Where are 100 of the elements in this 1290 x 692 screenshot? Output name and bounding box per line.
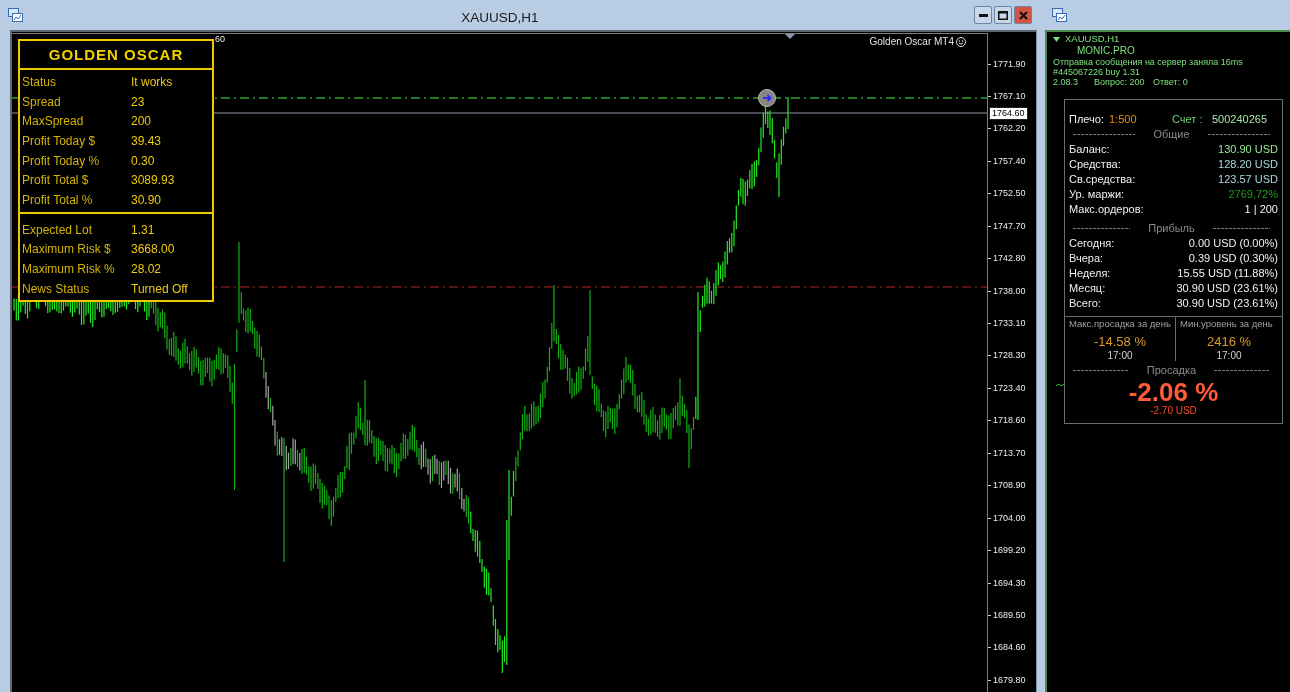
window-icon[interactable] (8, 8, 23, 22)
price-tick-label: 1689.50 (993, 609, 1026, 621)
field-value: 30.90 USD (23.61%) (1176, 296, 1278, 309)
price-tick-label: 1718.60 (993, 415, 1026, 427)
stat-label: Spread (22, 94, 62, 109)
stat-value: Turned Off (131, 281, 189, 296)
field-label: Плечо: (1069, 112, 1105, 126)
price-tick-label: 1771.90 (993, 58, 1026, 70)
field-value: 15.55 USD (11.88%) (1177, 266, 1278, 279)
symbol-label: XAUUSD,H1 (1065, 33, 1120, 45)
field-value: 128.20 USD (1218, 157, 1278, 170)
smiley-icon (956, 37, 966, 47)
stat-value: 2416 % (1206, 334, 1252, 350)
price-tick-label: 1708.90 (993, 480, 1026, 492)
price-tick-label: 1679.80 (993, 674, 1026, 686)
circle-arrow-marker-icon (758, 89, 776, 107)
status-text: Ответ: 0 (1153, 77, 1188, 87)
field-label: Св.средства: (1069, 172, 1136, 185)
stat-value: 3089.93 (131, 173, 176, 188)
stat-time: 17:00 (1216, 350, 1242, 361)
price-tick-label: 1694.30 (993, 577, 1026, 589)
field-label: Сегодня: (1069, 236, 1115, 249)
price-tick-label: 1713.70 (993, 447, 1026, 459)
stat-caption: Макс.просадка за день (1068, 318, 1171, 330)
triangle-marker-icon[interactable] (785, 34, 795, 39)
stat-label: Profit Today $ (22, 133, 97, 148)
field-value: 123.57 USD (1218, 172, 1278, 185)
field-value: 0.00 USD (0.00%) (1188, 236, 1278, 249)
brand-label: MONIC.PRO (1077, 45, 1135, 57)
field-value: 130.90 USD (1218, 142, 1278, 155)
stat-value: 39.43 (131, 133, 163, 148)
stat-label: Profit Total $ (22, 173, 90, 188)
stat-value: 23 (131, 94, 146, 109)
stat-value: 3668.00 (131, 242, 176, 257)
price-tick-label: 1699.20 (993, 545, 1026, 557)
price-tick-label: 1684.60 (993, 642, 1026, 654)
field-label: Ур. маржи: (1069, 187, 1125, 200)
section-heading: Прибыль (1148, 221, 1195, 235)
section-heading: Общие (1153, 127, 1190, 141)
price-tick-label: 1704.00 (993, 512, 1026, 524)
field-label: Неделя: (1069, 266, 1111, 279)
field-value: 500240265 (1212, 112, 1269, 126)
panel-title: GOLDEN OSCAR (48, 46, 184, 63)
window-icon[interactable] (1052, 8, 1067, 22)
price-tick-label: 1762.20 (993, 123, 1026, 135)
stat-label: Profit Total % (22, 192, 94, 207)
stat-value: It works (131, 74, 174, 89)
maximize-icon (998, 10, 1008, 20)
status-text: Вопрос: 200 (1094, 77, 1145, 87)
stat-label: Maximum Risk $ (22, 242, 112, 257)
price-tick-label: 1723.40 (993, 382, 1026, 394)
stat-label: Status (22, 74, 58, 89)
stat-value: 1.31 (131, 222, 156, 237)
stat-label: News Status (22, 281, 91, 296)
stat-label: Profit Today % (22, 153, 101, 168)
stat-value: 30.90 (131, 192, 163, 207)
field-value: 30.90 USD (23.61%) (1176, 281, 1278, 294)
indicator-label: Golden Oscar MT4 (869, 36, 954, 48)
drawdown-percent: -2.06 % (1128, 379, 1219, 405)
field-label: Всего: (1069, 296, 1101, 309)
price-tick-label: 1767.10 (993, 90, 1026, 102)
price-tick-label: 1733.10 (993, 318, 1026, 329)
maximize-button[interactable] (994, 6, 1012, 24)
close-icon (1018, 10, 1028, 20)
triangle-down-icon[interactable] (1053, 36, 1060, 42)
window-title: XAUUSD,H1 (461, 9, 539, 25)
field-label: Счет : (1172, 112, 1204, 126)
stat-caption: Мин.уровень за день (1179, 318, 1273, 330)
field-value: 1 | 200 (1244, 202, 1278, 215)
field-value: 1:500 (1109, 112, 1138, 126)
status-text: 2.08.3 (1053, 77, 1079, 87)
price-tick-label: 1742.80 (993, 253, 1026, 265)
price-tick-label: 1757.40 (993, 155, 1026, 167)
minimize-icon (978, 13, 988, 17)
price-info-text: 60 (215, 34, 225, 45)
current-price-label: 1764.60 (989, 107, 1028, 120)
field-value: 0.39 USD (0.30%) (1188, 251, 1278, 264)
log-line: Отправка сообщения на сервер заняла 16ms (1053, 57, 1243, 67)
stat-value: 28.02 (131, 262, 163, 277)
stat-value: -14.58 % (1093, 334, 1146, 350)
stat-value: 200 (131, 114, 153, 129)
field-label: Средства: (1069, 157, 1121, 170)
minimize-button[interactable] (974, 6, 992, 24)
field-label: Макс.ордеров: (1069, 202, 1144, 215)
price-tick-label: 1752.50 (993, 188, 1026, 200)
stat-time: 17:00 (1107, 350, 1133, 361)
stat-label: Maximum Risk % (22, 262, 116, 277)
field-label: Баланс: (1069, 142, 1110, 155)
stat-value: 0.30 (131, 153, 156, 168)
field-label: Месяц: (1069, 281, 1106, 294)
line-fragment-icon (1056, 383, 1064, 387)
close-button[interactable] (1014, 6, 1032, 24)
field-label: Вчера: (1069, 251, 1104, 264)
price-tick-label: 1738.00 (993, 285, 1026, 297)
stat-label: Expected Lot (22, 222, 94, 237)
section-heading: Просадка (1146, 363, 1197, 377)
log-line: #445067226 buy 1.31 (1053, 67, 1141, 77)
price-tick-label: 1728.30 (993, 350, 1026, 362)
stat-label: MaxSpread (22, 114, 85, 129)
drawdown-amount: -2.70 USD (1150, 405, 1197, 417)
